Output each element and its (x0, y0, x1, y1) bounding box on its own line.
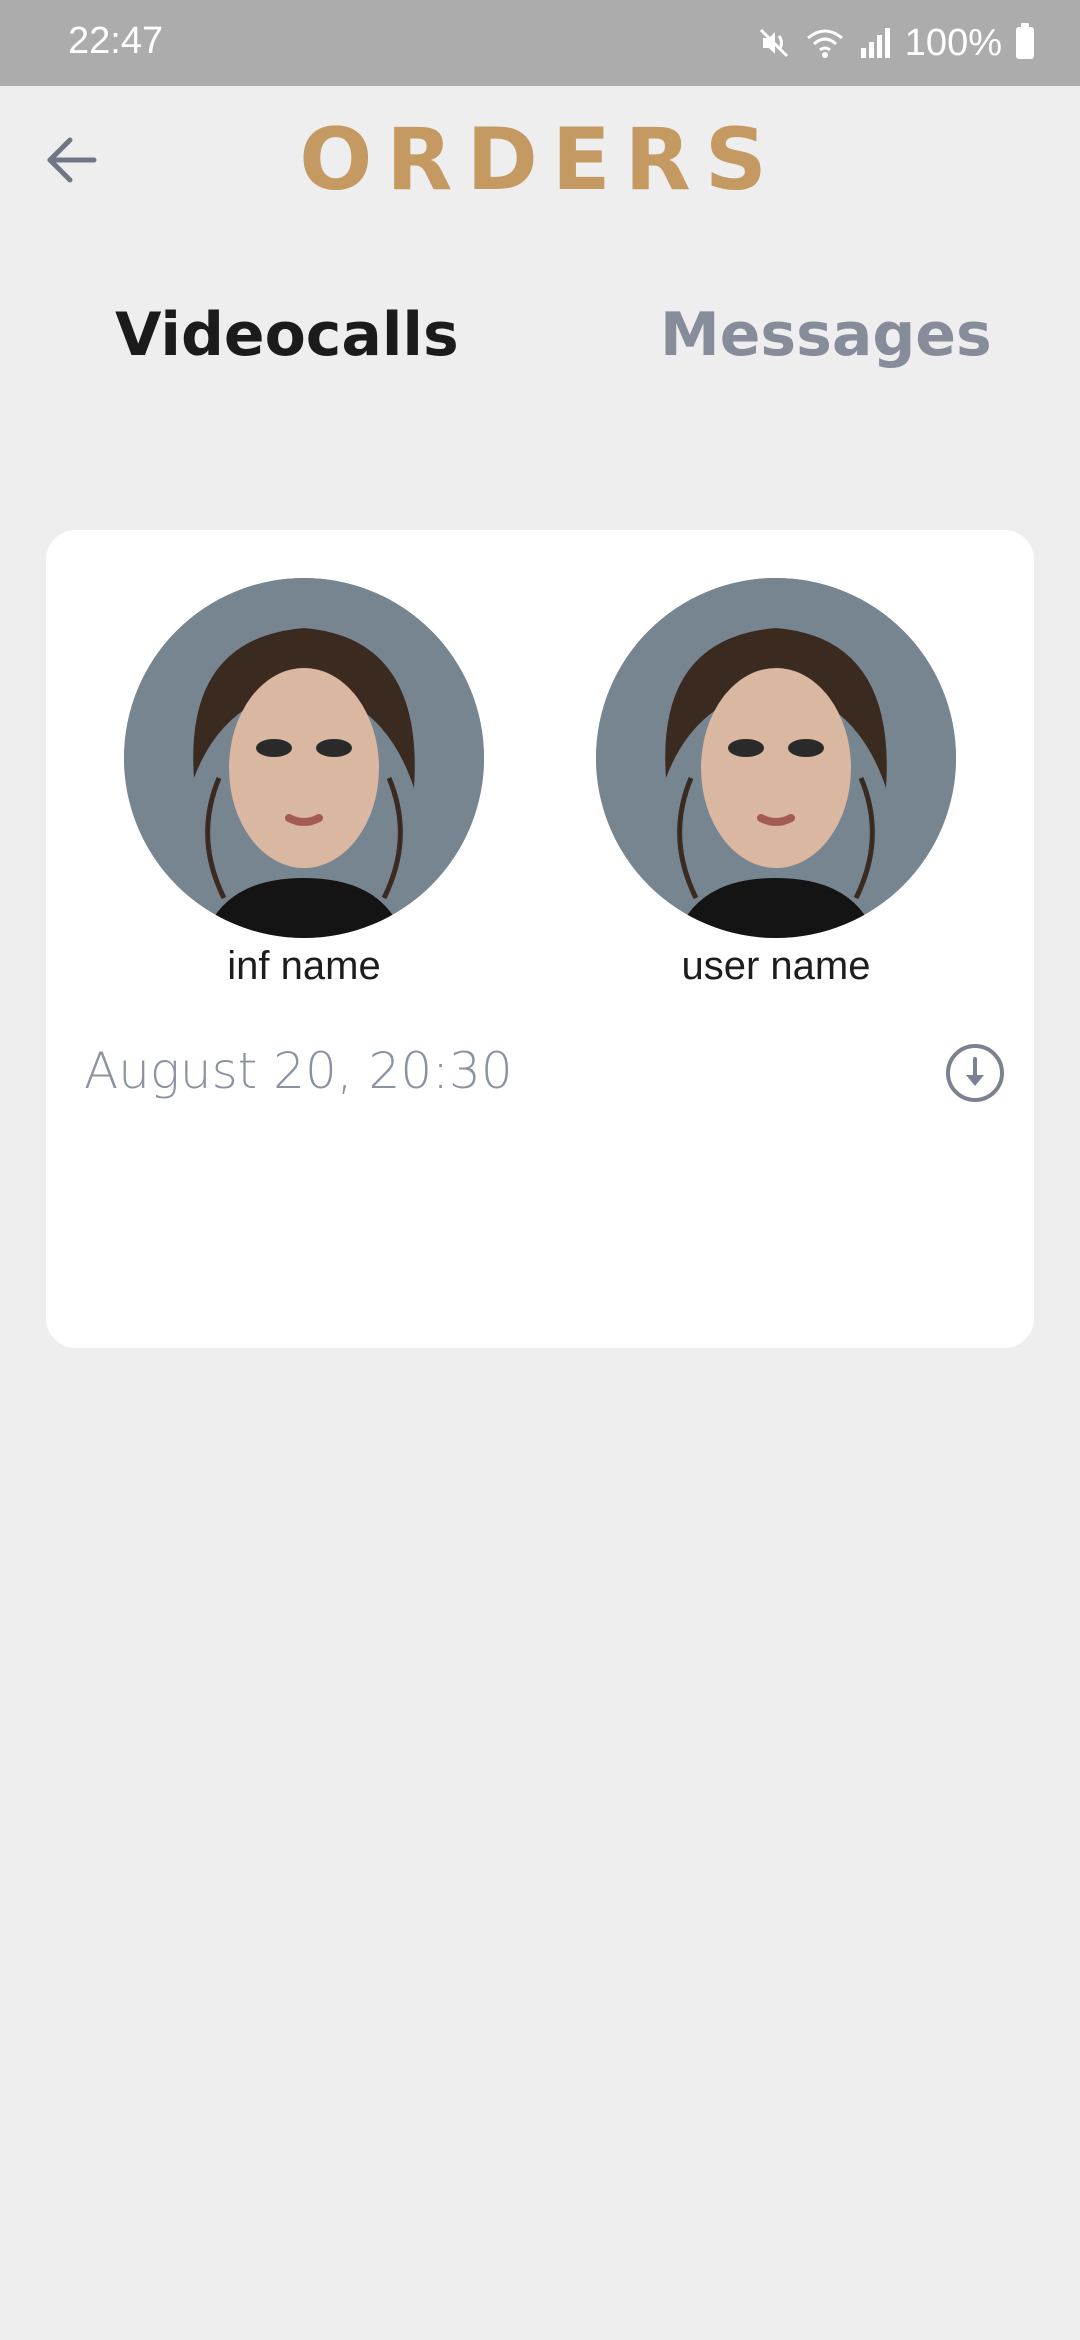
order-card[interactable]: inf name user name August 20, 20:30 (46, 530, 1034, 1348)
user-name: user name (681, 944, 871, 988)
tab-videocalls[interactable]: Videocalls (115, 300, 459, 370)
avatar-photo (596, 578, 956, 938)
user-profile[interactable]: user name (596, 578, 956, 994)
influencer-avatar[interactable] (124, 578, 484, 938)
wifi-icon (806, 29, 843, 58)
status-bar: 22:47 100% (0, 0, 1080, 86)
tab-messages[interactable]: Messages (660, 300, 992, 370)
influencer-name: inf name (227, 944, 381, 988)
influencer-profile[interactable]: inf name (124, 578, 484, 994)
order-date: August 20, 20:30 (84, 1042, 513, 1100)
header: ORDERS (0, 86, 1080, 236)
status-icons: 100% (757, 18, 1034, 68)
page-title: ORDERS (299, 110, 781, 210)
battery-icon (1016, 23, 1034, 59)
status-time: 22:47 (68, 20, 164, 62)
signal-icon (860, 28, 890, 58)
avatar-photo (124, 578, 484, 938)
download-button[interactable] (944, 1042, 1006, 1104)
download-circle-icon (946, 1044, 1004, 1102)
battery-percentage: 100% (904, 21, 1002, 64)
user-avatar[interactable] (596, 578, 956, 938)
tab-bar: Videocalls Messages (0, 300, 1080, 400)
mute-icon (759, 28, 788, 58)
